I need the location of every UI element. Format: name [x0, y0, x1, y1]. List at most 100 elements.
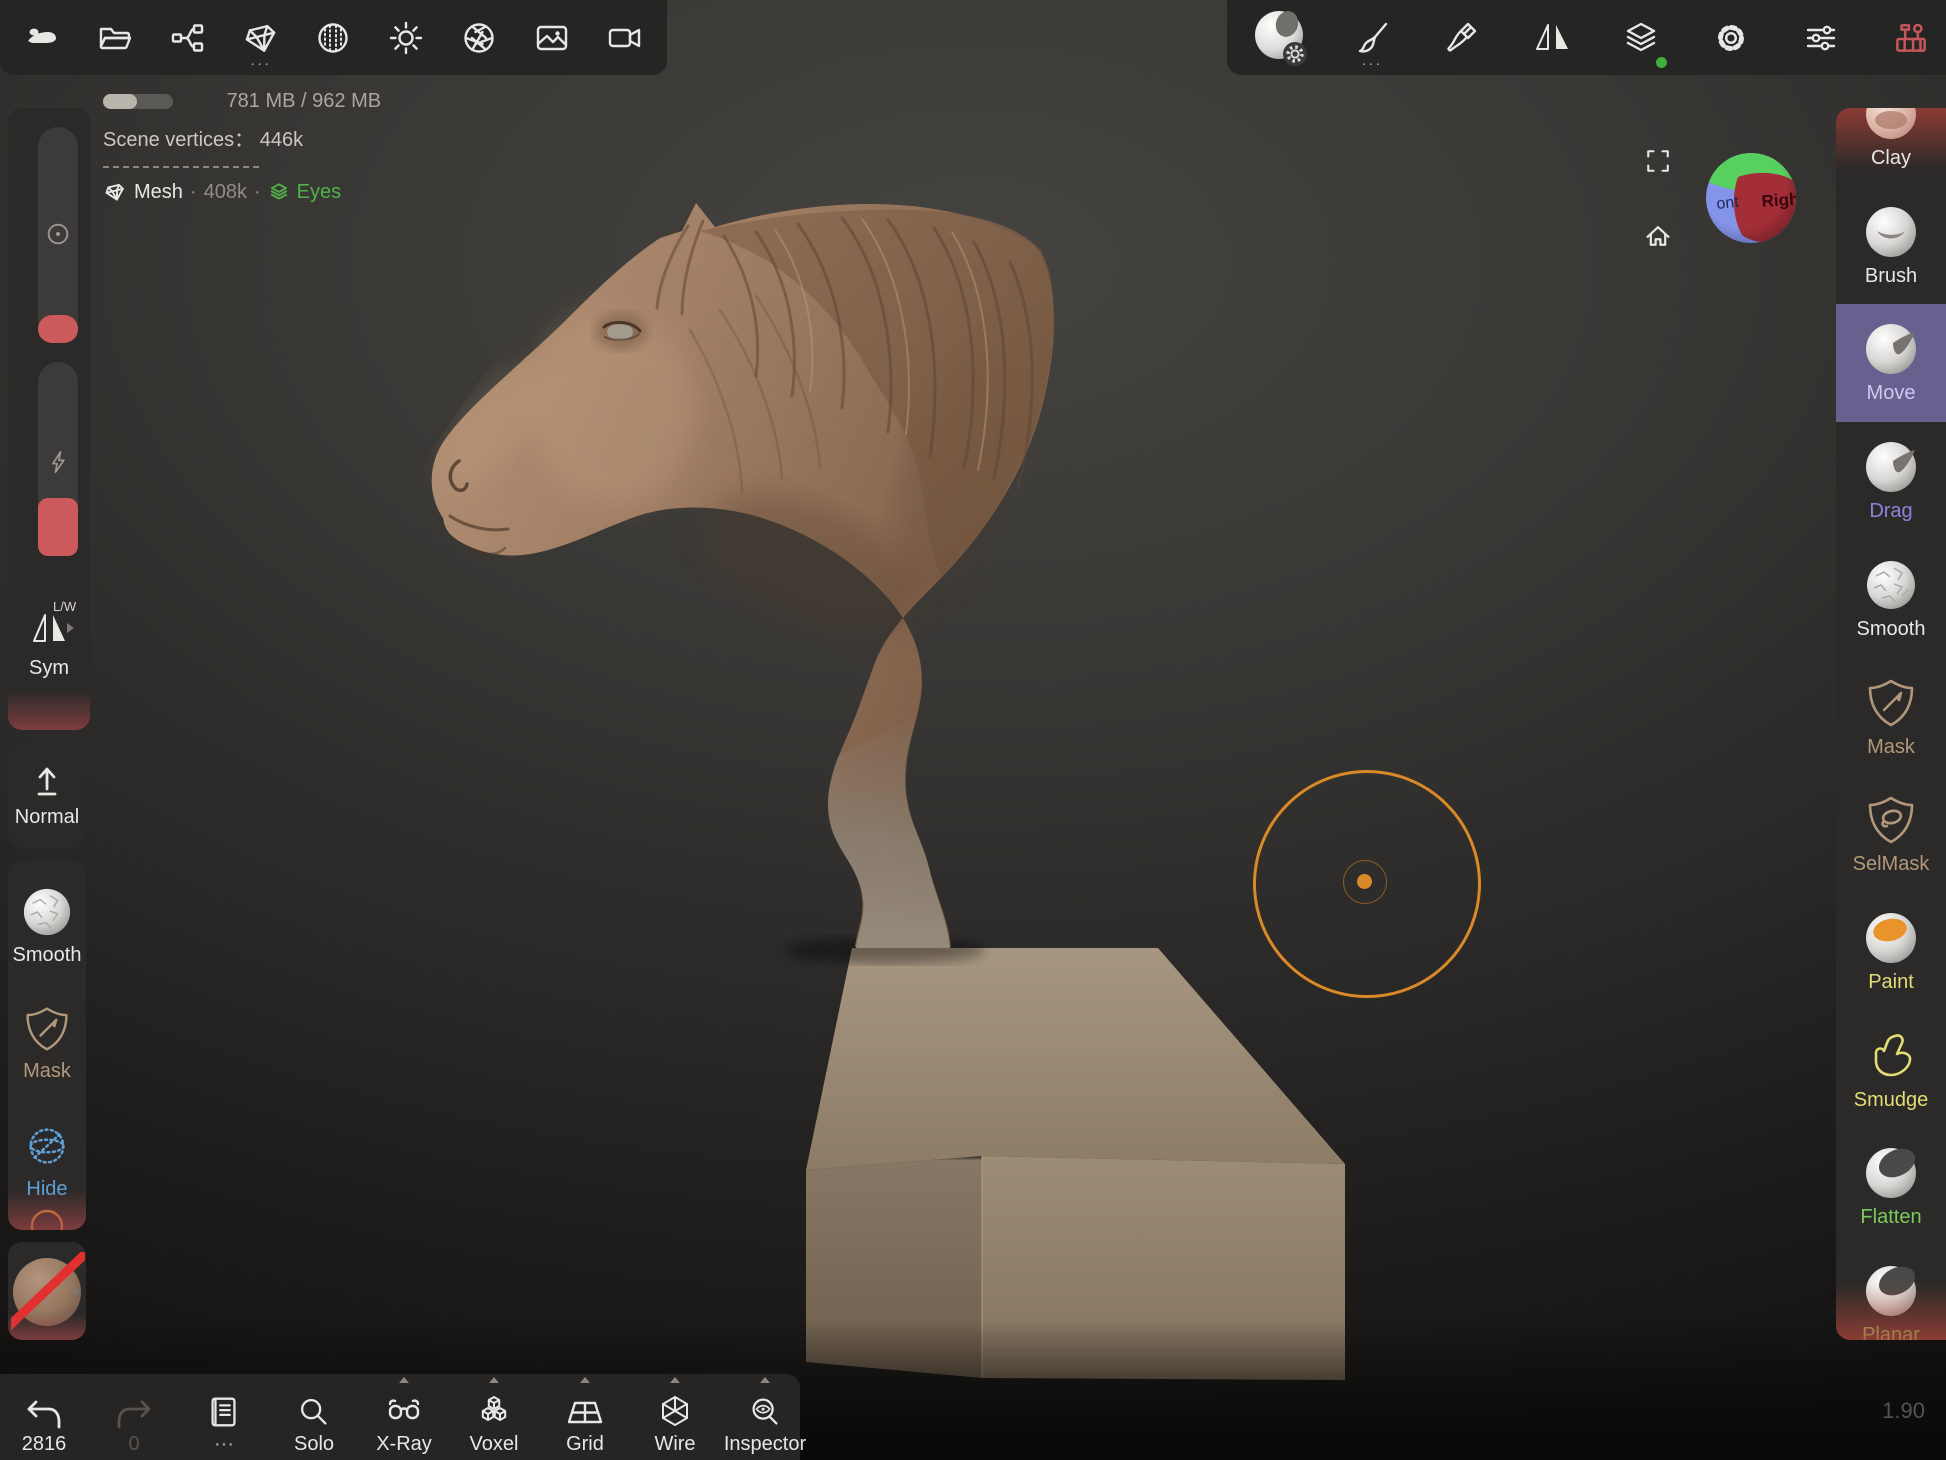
- inspector-button[interactable]: Inspector: [720, 1374, 810, 1460]
- mask-quick-button[interactable]: Mask: [8, 987, 86, 1099]
- wire-button[interactable]: Wire: [630, 1374, 720, 1460]
- brush-settings-panel: L/W Sym: [8, 108, 90, 730]
- tool-item-clay[interactable]: Clay: [1836, 108, 1946, 187]
- radius-icon: [41, 217, 75, 251]
- redo-button[interactable]: 0: [89, 1374, 179, 1460]
- tool-item-selmask[interactable]: SelMask: [1836, 775, 1946, 893]
- xray-button[interactable]: X-Ray: [359, 1374, 449, 1460]
- stamp-brush-button[interactable]: [1430, 6, 1494, 70]
- tool-item-paint[interactable]: Paint: [1836, 893, 1946, 1011]
- tool-item-brush[interactable]: Brush: [1836, 187, 1946, 305]
- caret-up-icon: [580, 1377, 590, 1383]
- nomad-logo-button[interactable]: [10, 6, 74, 70]
- postprocess-button[interactable]: [447, 6, 511, 70]
- intensity-lightning-icon: [41, 445, 75, 479]
- grid-button[interactable]: Grid: [540, 1374, 630, 1460]
- nomad-sculpt-app: ···: [0, 0, 1946, 1460]
- symmetry-button[interactable]: [1520, 6, 1584, 70]
- separator-dot: ·: [254, 181, 261, 204]
- material-sphere-icon: [1252, 8, 1312, 68]
- scene-graph-button[interactable]: [156, 6, 220, 70]
- home-view-button[interactable]: [1642, 220, 1674, 252]
- voxel-label: Voxel: [470, 1434, 519, 1454]
- nav-sphere[interactable]: ont Right: [1696, 143, 1806, 253]
- background-image-button[interactable]: [520, 6, 584, 70]
- scene-graph-icon: [168, 18, 208, 58]
- chevron-right-icon: [67, 623, 74, 633]
- mesh-gem-icon: [100, 178, 129, 207]
- smooth-quick-button[interactable]: Smooth: [8, 870, 86, 982]
- layers-icon: [1621, 18, 1661, 58]
- smooth-quick-icon: [21, 886, 73, 938]
- horse-eye: [595, 313, 647, 349]
- solo-label: Solo: [294, 1434, 334, 1454]
- selmask-tool-icon: [1864, 793, 1918, 847]
- stats-divider: [103, 166, 259, 168]
- undo-button[interactable]: 2816: [0, 1374, 89, 1460]
- quick-tools-panel: Smooth Mask Hide: [8, 860, 86, 1230]
- hide-quick-icon: [21, 1120, 73, 1172]
- voxel-button[interactable]: Voxel: [449, 1374, 539, 1460]
- flatten-tool-icon: [1864, 1146, 1918, 1200]
- redo-icon: [114, 1397, 154, 1431]
- sculpt-viewport[interactable]: [0, 0, 1946, 1460]
- lighting-button[interactable]: [374, 6, 438, 70]
- caret-up-icon: [399, 1377, 409, 1383]
- symmetry-lw-badge: L/W: [53, 599, 76, 614]
- camera-button[interactable]: [593, 6, 657, 70]
- caret-up-icon: [670, 1377, 680, 1383]
- inspector-label: Inspector: [724, 1434, 806, 1454]
- panel-scroll-glow: [8, 1190, 86, 1230]
- topology-button[interactable]: ···: [229, 6, 293, 70]
- layers-active-dot: [1656, 57, 1667, 68]
- material-button[interactable]: [1250, 6, 1314, 70]
- tool-item-move[interactable]: Move: [1836, 304, 1946, 422]
- toolbox-button[interactable]: [1879, 6, 1943, 70]
- tool-item-drag[interactable]: Drag: [1836, 422, 1946, 540]
- paint-more-dots: ···: [1361, 56, 1382, 71]
- solo-magnifier-icon: [295, 1393, 333, 1431]
- mesh-name: Mesh: [134, 181, 183, 204]
- caret-up-icon: [760, 1377, 770, 1383]
- paint-tool-icon: [1864, 911, 1918, 965]
- solo-button[interactable]: Solo: [269, 1374, 359, 1460]
- tool-list-bottom-glow: [1836, 1284, 1946, 1340]
- material-preview-panel: [8, 1242, 86, 1340]
- paint-settings-button[interactable]: ···: [1340, 6, 1404, 70]
- tool-item-smooth[interactable]: Smooth: [1836, 540, 1946, 658]
- topology-more-dots: ···: [250, 56, 271, 71]
- active-mesh-row[interactable]: Mesh · 408k · Eyes: [103, 180, 381, 204]
- normal-direction-button[interactable]: Normal: [8, 740, 86, 848]
- fullscreen-button[interactable]: [1643, 146, 1673, 176]
- radius-slider[interactable]: [38, 127, 78, 343]
- aperture-icon: [459, 18, 499, 58]
- sun-icon: [386, 18, 426, 58]
- mesh-vertices-button[interactable]: [301, 6, 365, 70]
- radius-slider-handle[interactable]: [38, 315, 78, 343]
- brush-cursor-center-dot: [1357, 874, 1372, 889]
- tool-item-mask[interactable]: Mask: [1836, 658, 1946, 776]
- memory-progressbar: [103, 94, 173, 109]
- camera-zoom-indicator: 1.90: [1830, 1398, 1925, 1424]
- separator-dot: ·: [190, 181, 197, 204]
- redo-count: 0: [128, 1434, 139, 1454]
- chevron-right-icon: [74, 1286, 81, 1296]
- stroke-mode-panel: Normal: [8, 740, 86, 848]
- symmetry-toggle[interactable]: L/W Sym: [8, 588, 90, 698]
- active-layer-icon: [268, 181, 290, 203]
- arrow-up-icon: [27, 760, 67, 800]
- files-button[interactable]: [83, 6, 147, 70]
- history-panel-button[interactable]: ···: [179, 1374, 269, 1460]
- layers-button[interactable]: [1609, 6, 1673, 70]
- intensity-slider-handle[interactable]: [38, 498, 78, 556]
- mirror-symmetry-icon: [1532, 18, 1572, 58]
- flat-brush-icon: [1442, 18, 1482, 58]
- settings-button[interactable]: [1699, 6, 1763, 70]
- scene-vertices-row: Scene vertices： 446k: [103, 123, 381, 152]
- home-icon: [1642, 220, 1674, 252]
- tool-item-flatten[interactable]: Flatten: [1836, 1128, 1946, 1246]
- panel-scroll-glow: [8, 1314, 86, 1340]
- inspector-eye-icon: [746, 1393, 784, 1431]
- interface-sliders-button[interactable]: [1789, 6, 1853, 70]
- tool-item-smudge[interactable]: Smudge: [1836, 1011, 1946, 1129]
